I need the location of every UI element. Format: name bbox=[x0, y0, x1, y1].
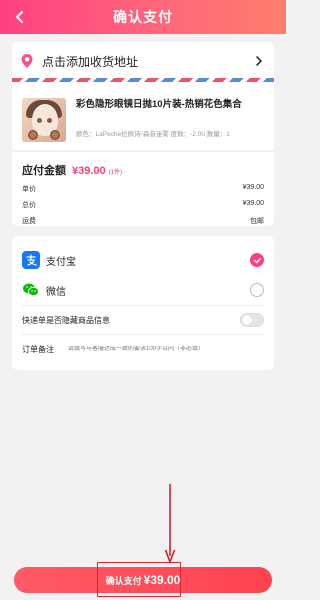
annotation-highlight-box bbox=[97, 562, 181, 597]
item-count: (1件) bbox=[108, 170, 122, 176]
order-note-label: 订单备注 bbox=[22, 344, 54, 354]
hide-goods-info-row: 快递单是否隐藏商品信息 bbox=[12, 306, 274, 334]
address-card[interactable]: 点击添加收货地址 bbox=[12, 42, 274, 88]
unit-price-label: 单价 bbox=[22, 186, 36, 193]
alipay-icon bbox=[22, 251, 40, 269]
payment-option-wechat[interactable]: 微信 bbox=[12, 276, 274, 304]
product-item: 彩色隐形眼镜日抛10片装-热销花色集合 颜色：LaPeche拉佩诗-森音迷雾 度… bbox=[12, 88, 274, 150]
back-button[interactable] bbox=[8, 5, 32, 29]
wechat-label: 微信 bbox=[46, 286, 66, 298]
page-title: 确认支付 bbox=[113, 9, 173, 25]
product-thumbnail bbox=[22, 98, 66, 142]
payment-options: 支付宝 微信 快递单是否隐藏商品信息 订单备注 bbox=[12, 236, 274, 370]
total-price-row: 总价 ¥39.00 bbox=[22, 200, 264, 210]
address-stripe-divider bbox=[12, 78, 274, 82]
shipping-label: 运费 bbox=[22, 218, 36, 225]
chevron-right-icon bbox=[252, 54, 266, 68]
alipay-radio-selected[interactable] bbox=[250, 253, 264, 267]
wechat-icon bbox=[22, 281, 40, 299]
add-address-label: 点击添加收货地址 bbox=[42, 54, 139, 69]
amount-due-value: ¥39.00 bbox=[72, 165, 106, 177]
header-bar: 确认支付 bbox=[0, 0, 286, 34]
shipping-value: 包邮 bbox=[250, 218, 264, 225]
hide-goods-info-label: 快递单是否隐藏商品信息 bbox=[22, 315, 110, 325]
order-note-row: 订单备注 bbox=[12, 335, 274, 363]
chevron-left-icon bbox=[16, 11, 23, 23]
location-pin-icon bbox=[18, 52, 36, 70]
checkmark-icon bbox=[253, 257, 261, 263]
product-name: 彩色隐形眼镜日抛10片装-热销花色集合 bbox=[76, 99, 242, 110]
price-summary: 应付金额 ¥39.00 (1件) 单价 ¥39.00 总价 ¥39.00 运费 … bbox=[12, 152, 274, 226]
amount-due-label: 应付金额 bbox=[22, 165, 66, 177]
alipay-label: 支付宝 bbox=[46, 256, 76, 268]
annotation-arrow-icon bbox=[164, 484, 176, 563]
product-spec: 颜色：LaPeche拉佩诗-森音迷雾 度数：-2.00 数量：1 bbox=[76, 131, 230, 138]
total-price-value: ¥39.00 bbox=[242, 200, 264, 207]
payment-option-alipay[interactable]: 支付宝 bbox=[12, 246, 274, 274]
wechat-radio-unselected[interactable] bbox=[250, 283, 264, 297]
unit-price-value: ¥39.00 bbox=[242, 184, 264, 191]
unit-price-row: 单价 ¥39.00 bbox=[22, 184, 264, 194]
total-price-label: 总价 bbox=[22, 202, 36, 209]
shipping-row: 运费 包邮 bbox=[22, 216, 264, 226]
order-note-input[interactable] bbox=[68, 346, 264, 352]
hide-goods-info-toggle[interactable] bbox=[240, 313, 264, 327]
